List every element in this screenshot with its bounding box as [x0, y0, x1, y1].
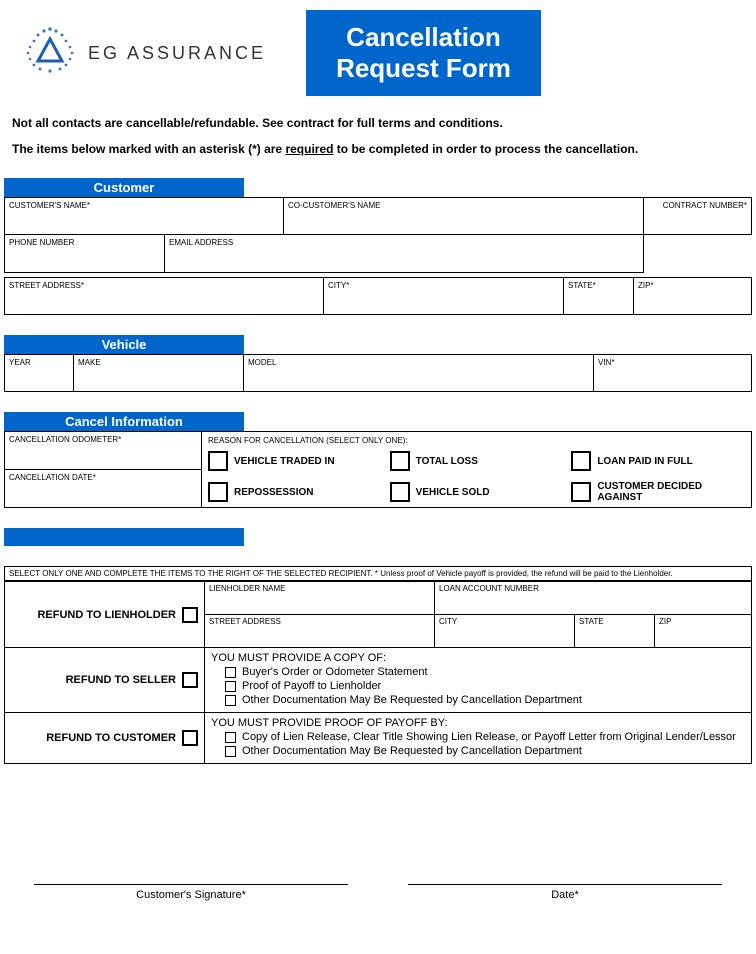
- reason-traded-in[interactable]: VEHICLE TRADED IN: [208, 451, 382, 471]
- reason-repossession[interactable]: REPOSSESSION: [208, 481, 382, 503]
- field-co-customer-name[interactable]: CO-CUSTOMER'S NAME: [284, 197, 644, 235]
- field-lienholder-name[interactable]: LIENHOLDER NAME: [205, 582, 435, 614]
- field-email[interactable]: EMAIL ADDRESS: [165, 235, 644, 273]
- checkbox-icon[interactable]: [225, 695, 236, 706]
- date-line[interactable]: Date*: [408, 884, 722, 901]
- checkbox-icon[interactable]: [182, 730, 198, 746]
- field-vin[interactable]: VIN*: [594, 354, 752, 392]
- logo-eg: EG: [88, 43, 120, 63]
- field-lien-street[interactable]: STREET ADDRESS: [205, 615, 435, 647]
- reason-vehicle-sold[interactable]: VEHICLE SOLD: [390, 481, 564, 503]
- field-street[interactable]: STREET ADDRESS*: [4, 277, 324, 315]
- title-line2: Request Form: [336, 53, 511, 84]
- section-vehicle-header: Vehicle: [4, 335, 244, 354]
- field-lien-city[interactable]: CITY: [435, 615, 575, 647]
- form-header: EG ASSURANCE Cancellation Request Form: [0, 0, 756, 106]
- checkbox-icon[interactable]: [208, 451, 228, 471]
- section-customer-header: Customer: [4, 178, 244, 197]
- logo-text: EG ASSURANCE: [88, 43, 266, 64]
- field-city[interactable]: CITY*: [324, 277, 564, 315]
- intro-p2: The items below marked with an asterisk …: [12, 142, 744, 156]
- cancel-grid: CANCELLATION ODOMETER* CANCELLATION DATE…: [4, 431, 752, 508]
- checkbox-icon[interactable]: [571, 482, 591, 502]
- checkbox-icon[interactable]: [182, 607, 198, 623]
- req-buyers-order[interactable]: Buyer's Order or Odometer Statement: [225, 666, 745, 678]
- checkbox-icon[interactable]: [182, 672, 198, 688]
- checkbox-icon[interactable]: [390, 482, 410, 502]
- refund-block: SELECT ONLY ONE AND COMPLETE THE ITEMS T…: [4, 566, 752, 764]
- company-logo: EG ASSURANCE: [20, 23, 266, 83]
- field-model[interactable]: MODEL: [244, 354, 594, 392]
- reason-loan-paid[interactable]: LOAN PAID IN FULL: [571, 451, 745, 471]
- field-contract-number[interactable]: CONTRACT NUMBER*: [644, 197, 752, 235]
- field-cancel-date[interactable]: CANCELLATION DATE*: [4, 470, 202, 508]
- section-refund-header: [4, 528, 244, 546]
- refund-instruction: SELECT ONLY ONE AND COMPLETE THE ITEMS T…: [5, 567, 751, 581]
- section-cancel-header: Cancel Information: [4, 412, 244, 431]
- req-other-seller[interactable]: Other Documentation May Be Requested by …: [225, 694, 745, 706]
- checkbox-icon[interactable]: [225, 681, 236, 692]
- field-make[interactable]: MAKE: [74, 354, 244, 392]
- customer-signature-line[interactable]: Customer's Signature*: [34, 884, 348, 901]
- checkbox-icon[interactable]: [571, 451, 591, 471]
- signature-area: Customer's Signature* Date*: [4, 884, 752, 901]
- req-proof-payoff[interactable]: Proof of Payoff to Lienholder: [225, 680, 745, 692]
- field-cancel-odometer[interactable]: CANCELLATION ODOMETER*: [4, 431, 202, 470]
- logo-mark-icon: [20, 23, 80, 83]
- logo-assurance: ASSURANCE: [127, 43, 266, 63]
- checkbox-icon[interactable]: [208, 482, 228, 502]
- field-state[interactable]: STATE*: [564, 277, 634, 315]
- field-loan-account[interactable]: LOAN ACCOUNT NUMBER: [435, 582, 751, 614]
- field-lien-state[interactable]: STATE: [575, 615, 655, 647]
- reason-label: REASON FOR CANCELLATION (SELECT ONLY ONE…: [208, 436, 745, 445]
- customer-grid: CUSTOMER'S NAME* CO-CUSTOMER'S NAME CONT…: [4, 197, 752, 315]
- field-year[interactable]: YEAR: [4, 354, 74, 392]
- checkbox-icon[interactable]: [225, 667, 236, 678]
- req-other-customer[interactable]: Other Documentation May Be Requested by …: [225, 745, 745, 757]
- intro-p1: Not all contacts are cancellable/refunda…: [12, 116, 744, 130]
- reason-block: REASON FOR CANCELLATION (SELECT ONLY ONE…: [202, 431, 752, 508]
- field-lien-zip[interactable]: ZIP: [655, 615, 751, 647]
- field-customer-name[interactable]: CUSTOMER'S NAME*: [4, 197, 284, 235]
- refund-to-customer[interactable]: REFUND TO CUSTOMER: [5, 713, 205, 763]
- checkbox-icon[interactable]: [225, 732, 236, 743]
- field-phone[interactable]: PHONE NUMBER: [4, 235, 165, 273]
- form-title-box: Cancellation Request Form: [306, 10, 541, 96]
- checkbox-icon[interactable]: [390, 451, 410, 471]
- seller-requirements: YOU MUST PROVIDE A COPY OF: Buyer's Orde…: [205, 648, 751, 712]
- reason-total-loss[interactable]: TOTAL LOSS: [390, 451, 564, 471]
- intro-text: Not all contacts are cancellable/refunda…: [4, 106, 752, 178]
- req-lien-release[interactable]: Copy of Lien Release, Clear Title Showin…: [225, 731, 745, 743]
- refund-to-seller[interactable]: REFUND TO SELLER: [5, 648, 205, 712]
- checkbox-icon[interactable]: [225, 746, 236, 757]
- field-zip[interactable]: ZIP*: [634, 277, 752, 315]
- customer-requirements: YOU MUST PROVIDE PROOF OF PAYOFF BY: Cop…: [205, 713, 751, 763]
- title-line1: Cancellation: [336, 22, 511, 53]
- reason-decided-against[interactable]: CUSTOMER DECIDED AGAINST: [571, 481, 745, 503]
- refund-to-lienholder[interactable]: REFUND TO LIENHOLDER: [5, 582, 205, 647]
- vehicle-grid: YEAR MAKE MODEL VIN*: [4, 354, 752, 392]
